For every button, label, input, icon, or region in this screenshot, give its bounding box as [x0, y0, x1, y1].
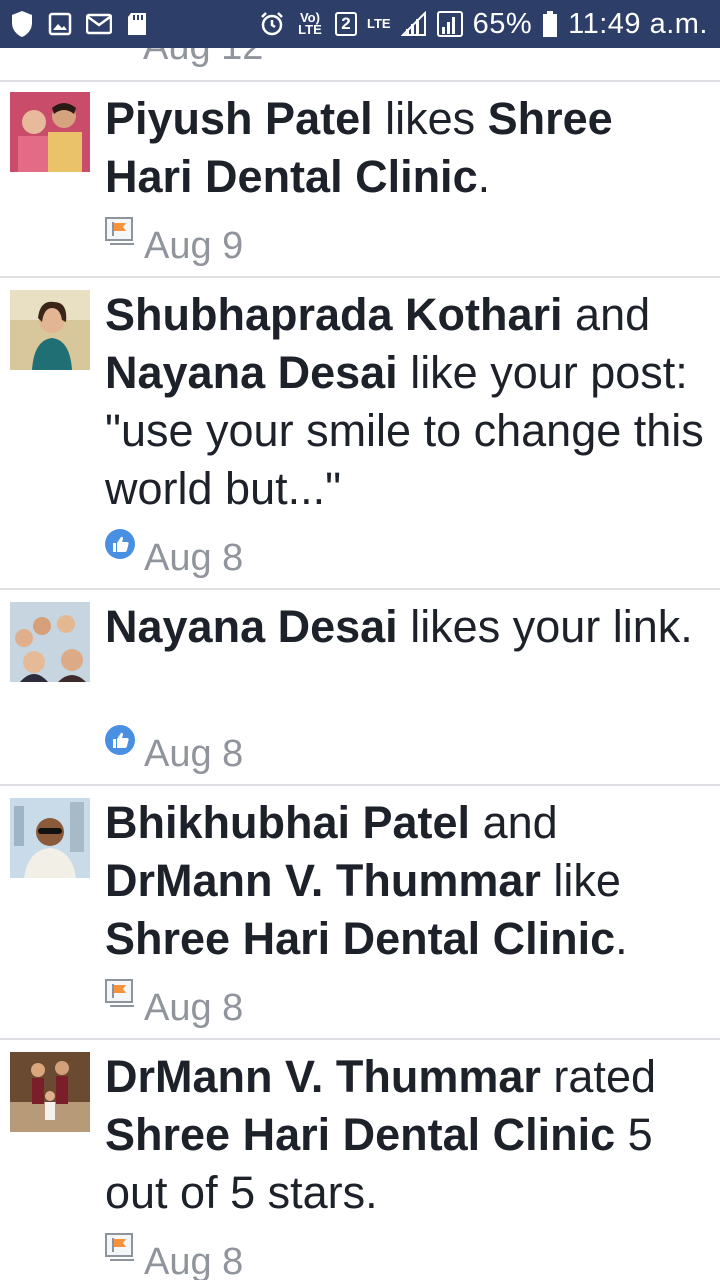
notification-text: Piyush Patel likes Shree Hari Dental Cli… [105, 90, 705, 206]
avatar[interactable] [10, 1052, 90, 1132]
notification-entity-name[interactable]: Nayana Desai [105, 601, 398, 652]
notification-date: Aug 8 [144, 986, 244, 1029]
like-icon [104, 528, 136, 560]
notification-date: Aug 8 [144, 1240, 244, 1280]
notification-entity-name[interactable]: Shubhapradа Kothari [105, 289, 563, 340]
notification-text-fragment: like [540, 855, 621, 906]
notification-date: Aug 8 [144, 732, 244, 775]
notification-text-fragment: and [470, 797, 558, 848]
notification-text-fragment: rated [540, 1051, 656, 1102]
battery-icon [542, 10, 558, 38]
notification-text: Bhikhubhai Patel and DrMann V. Thummar l… [105, 794, 705, 968]
alarm-icon [259, 11, 285, 37]
notification-item[interactable]: Shubhapradа Kothari and Nayana Desai lik… [0, 278, 720, 588]
notification-meta: Aug 8 [104, 527, 244, 579]
like-icon [104, 724, 136, 756]
notification-meta: Aug 8 [104, 977, 244, 1029]
notification-text-fragment: . [477, 151, 491, 202]
notifications-feed[interactable]: Aug 12 Piyush Patel likes Shree Hari Den… [0, 48, 720, 1280]
notification-item[interactable]: Piyush Patel likes Shree Hari Dental Cli… [0, 82, 720, 276]
sim-badge: 2 [334, 12, 357, 36]
notification-text-fragment: likes [372, 93, 488, 144]
notification-entity-name[interactable]: Bhikhubhai Patel [105, 797, 470, 848]
avatar[interactable] [10, 290, 90, 370]
lte-indicator: LTE [366, 16, 391, 31]
notification-item[interactable]: DrMann V. Thummar rated Shree Hari Denta… [0, 1040, 720, 1280]
avatar[interactable] [10, 92, 90, 172]
notification-text: DrMann V. Thummar rated Shree Hari Denta… [105, 1048, 705, 1222]
mail-icon [86, 13, 112, 35]
notification-text-fragment: and [562, 289, 651, 340]
notification-item[interactable]: Bhikhubhai Patel and DrMann V. Thummar l… [0, 786, 720, 1038]
volte-indicator: Vo) LTE [298, 10, 322, 37]
notification-entity-name[interactable]: DrMann V. Thummar [105, 855, 541, 906]
avatar[interactable] [10, 798, 90, 878]
gallery-icon [48, 12, 72, 36]
page-flag-icon [104, 978, 136, 1010]
notification-entity-name[interactable]: DrMann V. Thummar [105, 1051, 541, 1102]
notification-entity-name[interactable]: Shree Hari Dental Clinic [105, 1109, 615, 1160]
notification-meta: Aug 9 [104, 215, 244, 267]
page-flag-icon [104, 216, 136, 248]
notification-text: Nayana Desai likes your link. [105, 598, 705, 656]
notification-entity-name[interactable]: Nayana Desai [105, 347, 398, 398]
notification-date: Aug 8 [144, 536, 244, 579]
status-bar-system: Vo) LTE 2 LTE 65% 11:49 a.m. [259, 8, 708, 41]
status-bar-notifications [10, 10, 148, 38]
signal-icon-2 [436, 11, 463, 37]
notification-entity-name[interactable]: Piyush Patel [105, 93, 373, 144]
notification-text: Shubhapradа Kothari and Nayana Desai lik… [105, 286, 705, 518]
signal-icon [400, 11, 427, 37]
avatar[interactable] [10, 602, 90, 682]
notification-meta: Aug 8 [104, 723, 244, 775]
notification-text-fragment: likes your link. [397, 601, 693, 652]
notification-item[interactable]: Nayana Desai likes your link. Aug 8 [0, 590, 720, 784]
partial-date: Aug 12 [143, 48, 263, 69]
sd-card-icon [126, 12, 148, 36]
status-bar: Vo) LTE 2 LTE 65% 11:49 a.m. [0, 0, 720, 48]
notification-text-fragment: . [615, 913, 628, 964]
shield-icon [10, 10, 34, 38]
notification-entity-name[interactable]: Shree Hari Dental Clinic [105, 913, 615, 964]
notification-meta: Aug 8 [104, 1231, 243, 1280]
notification-date: Aug 9 [144, 224, 244, 267]
battery-percent: 65% [472, 7, 533, 40]
page-flag-icon [104, 1232, 136, 1264]
clock: 11:49 a.m. [568, 7, 708, 40]
